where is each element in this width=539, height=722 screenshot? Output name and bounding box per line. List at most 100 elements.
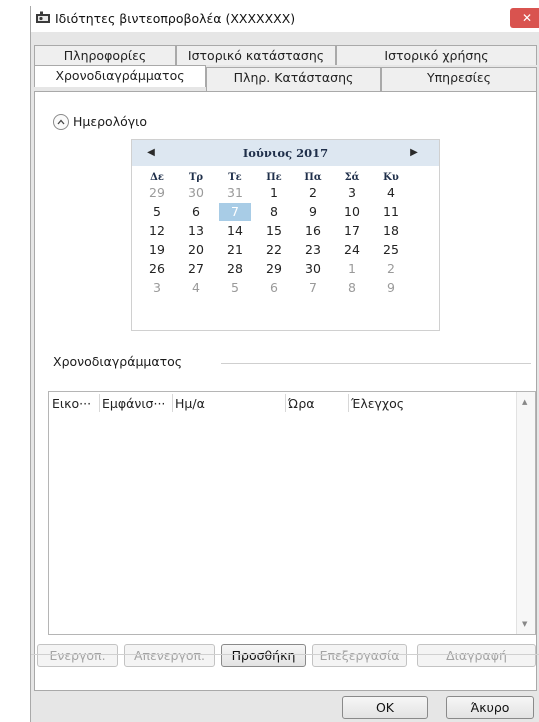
calendar-day[interactable]: 2 — [297, 184, 329, 202]
calendar-day[interactable]: 26 — [141, 260, 173, 278]
calendar-day-selected[interactable]: 7 — [219, 203, 251, 221]
chevron-up-icon — [57, 119, 65, 125]
calendar-day[interactable]: 15 — [258, 222, 290, 240]
column-header-time[interactable]: Ώρα — [288, 396, 315, 411]
properties-window: Ιδιότητες βιντεοπροβολέα (XXXXXXX) ✕ Πλη… — [30, 6, 539, 722]
calendar-day[interactable]: 17 — [336, 222, 368, 240]
projector-icon — [35, 11, 51, 25]
calendar-day[interactable]: 6 — [180, 203, 212, 221]
weekday-label: Κυ — [383, 172, 399, 183]
enable-button[interactable]: Ενεργοπ. — [37, 644, 118, 667]
weekday-label: Τε — [228, 172, 242, 183]
button-label: Απενεργοπ. — [133, 648, 206, 663]
calendar-day[interactable]: 6 — [258, 279, 290, 297]
calendar-day[interactable]: 5 — [141, 203, 173, 221]
column-divider — [348, 394, 349, 412]
calendar-day[interactable]: 25 — [375, 241, 407, 259]
calendar-month-title: Ιούνιος 2017 — [242, 146, 329, 160]
tab-info[interactable]: Πληροφορίες — [34, 45, 176, 65]
calendar-day[interactable]: 4 — [375, 184, 407, 202]
calendar-day[interactable]: 8 — [258, 203, 290, 221]
column-divider — [99, 394, 100, 412]
column-header-date[interactable]: Ημ/α — [175, 396, 205, 411]
calendar-day[interactable]: 9 — [375, 279, 407, 297]
title-bar[interactable]: Ιδιότητες βιντεοπροβολέα (XXXXXXX) ✕ — [31, 6, 539, 32]
edit-button[interactable]: Επεξεργασία — [312, 644, 407, 667]
button-label: Επεξεργασία — [319, 648, 400, 663]
calendar-day[interactable]: 10 — [336, 203, 368, 221]
window-title: Ιδιότητες βιντεοπροβολέα (XXXXXXX) — [55, 11, 296, 26]
calendar-day[interactable]: 30 — [180, 184, 212, 202]
calendar-day[interactable]: 13 — [180, 222, 212, 240]
scroll-up-icon[interactable]: ▲ — [522, 398, 527, 406]
calendar-day[interactable]: 5 — [219, 279, 251, 297]
tab-status-info[interactable]: Πληρ. Κατάστασης — [206, 67, 381, 91]
column-header-display[interactable]: Εμφάνισ··· — [102, 396, 165, 411]
calendar-day[interactable]: 14 — [219, 222, 251, 240]
group-divider — [221, 363, 531, 364]
tab-services[interactable]: Υπηρεσίες — [381, 67, 537, 91]
calendar-day[interactable]: 29 — [141, 184, 173, 202]
calendar-day[interactable]: 2 — [375, 260, 407, 278]
button-label: Προσθήκη — [231, 648, 296, 663]
calendar-day[interactable]: 4 — [180, 279, 212, 297]
disable-button[interactable]: Απενεργοπ. — [124, 644, 215, 667]
tab-label: Πληροφορίες — [63, 48, 147, 63]
weekday-label: Πε — [266, 172, 282, 183]
calendar-day[interactable]: 29 — [258, 260, 290, 278]
list-header: Εικο··· Εμφάνισ··· Ημ/α Ώρα Έλεγχος — [49, 392, 515, 414]
tab-label: Υπηρεσίες — [426, 70, 492, 85]
close-icon: ✕ — [521, 11, 533, 25]
tab-label: Πληρ. Κατάστασης — [233, 70, 354, 85]
calendar-day[interactable]: 1 — [336, 260, 368, 278]
calendar-day[interactable]: 8 — [336, 279, 368, 297]
list-scrollbar[interactable]: ▲ ▼ — [516, 392, 535, 634]
tab-label: Ιστορικό κατάστασης — [187, 48, 325, 63]
footer-divider — [31, 654, 539, 655]
calendar-day[interactable]: 7 — [297, 279, 329, 297]
calendar-day[interactable]: 21 — [219, 241, 251, 259]
column-divider — [285, 394, 286, 412]
ok-button[interactable]: OK — [342, 696, 428, 719]
calendar-header: Ιούνιος 2017 ◀ ▶ — [132, 140, 439, 166]
scroll-down-icon[interactable]: ▼ — [522, 620, 527, 628]
close-button[interactable]: ✕ — [510, 8, 539, 28]
calendar-day[interactable]: 30 — [297, 260, 329, 278]
calendar-day[interactable]: 12 — [141, 222, 173, 240]
tab-status-history[interactable]: Ιστορικό κατάστασης — [176, 45, 336, 65]
schedule-group-label: Χρονοδιαγράμματος — [53, 354, 183, 369]
next-month-icon[interactable]: ▶ — [409, 146, 419, 160]
calendar-day[interactable]: 11 — [375, 203, 407, 221]
add-button[interactable]: Προσθήκη — [221, 644, 306, 667]
tab-schedule[interactable]: Χρονοδιαγράμματος — [34, 65, 206, 87]
calendar-day[interactable]: 9 — [297, 203, 329, 221]
calendar: Ιούνιος 2017 ◀ ▶ Δε Τρ Τε Πε Πα Σά Κυ 29 30 31 1 2 3… — [131, 139, 440, 331]
column-header-control[interactable]: Έλεγχος — [351, 396, 404, 411]
delete-button[interactable]: Διαγραφή — [417, 644, 536, 667]
column-divider — [172, 394, 173, 412]
calendar-day[interactable]: 28 — [219, 260, 251, 278]
calendar-day[interactable]: 1 — [258, 184, 290, 202]
button-label: Ενεργοπ. — [49, 648, 106, 663]
schedule-list[interactable]: Εικο··· Εμφάνισ··· Ημ/α Ώρα Έλεγχος ▲ ▼ — [48, 391, 536, 635]
tab-label: Χρονοδιαγράμματος — [55, 68, 185, 83]
calendar-day[interactable]: 31 — [219, 184, 251, 202]
calendar-day[interactable]: 19 — [141, 241, 173, 259]
prev-month-icon[interactable]: ◀ — [146, 146, 156, 160]
calendar-collapse-button[interactable] — [53, 114, 69, 130]
calendar-day[interactable]: 3 — [141, 279, 173, 297]
button-label: Άκυρο — [470, 700, 510, 715]
column-header-icon[interactable]: Εικο··· — [52, 396, 91, 411]
calendar-day[interactable]: 23 — [297, 241, 329, 259]
calendar-day[interactable]: 16 — [297, 222, 329, 240]
calendar-day[interactable]: 20 — [180, 241, 212, 259]
calendar-day[interactable]: 27 — [180, 260, 212, 278]
button-label: Διαγραφή — [446, 648, 507, 663]
calendar-day[interactable]: 22 — [258, 241, 290, 259]
cancel-button[interactable]: Άκυρο — [446, 696, 534, 719]
tab-usage-history[interactable]: Ιστορικό χρήσης — [336, 45, 537, 65]
calendar-day[interactable]: 18 — [375, 222, 407, 240]
button-label: OK — [375, 700, 395, 715]
calendar-day[interactable]: 3 — [336, 184, 368, 202]
calendar-day[interactable]: 24 — [336, 241, 368, 259]
